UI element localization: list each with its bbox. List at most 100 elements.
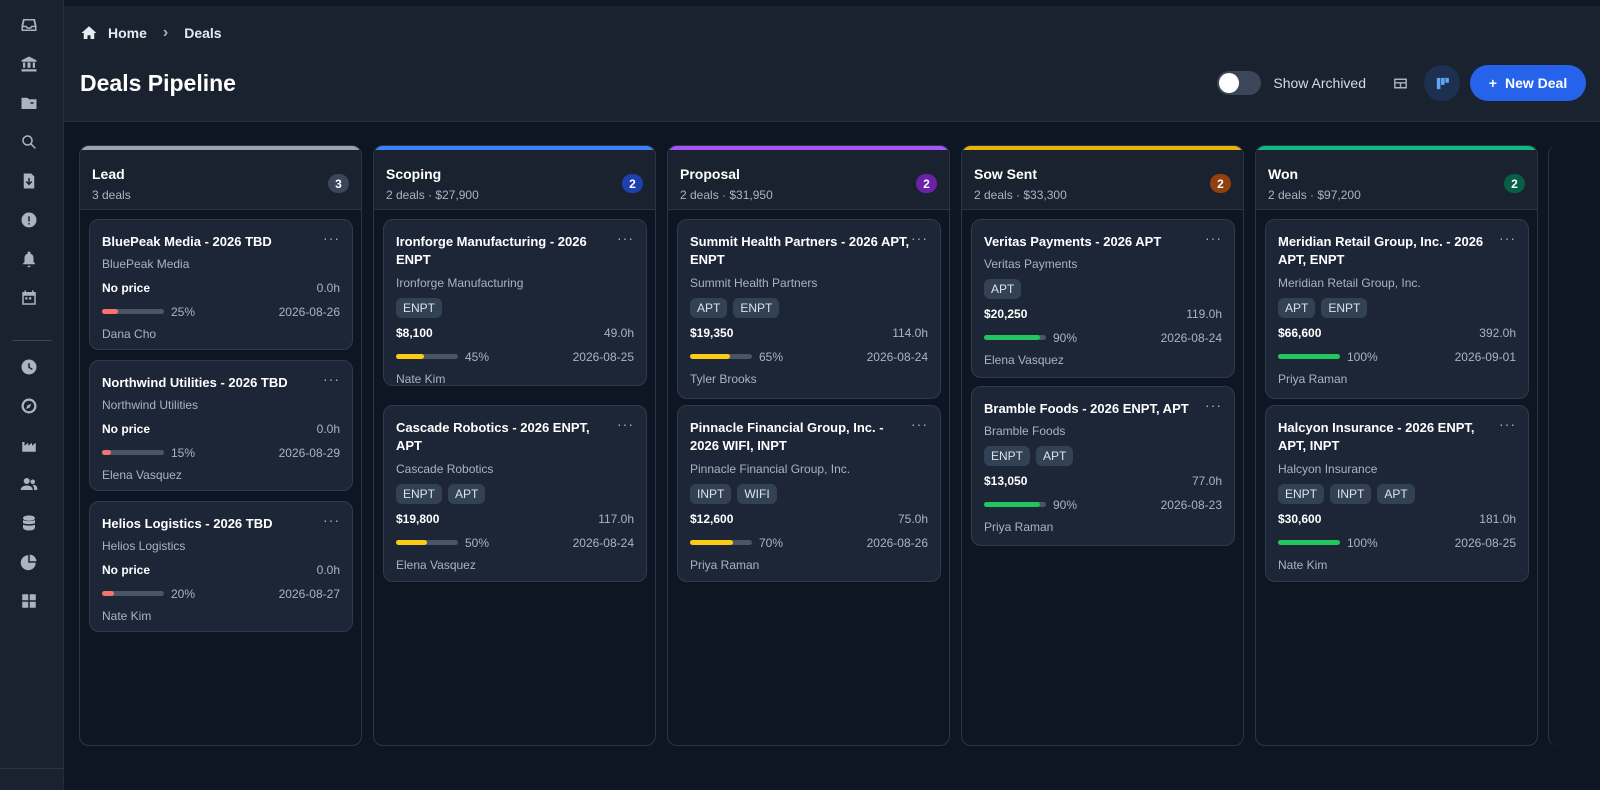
deal-title[interactable]: BluePeak Media - 2026 TBD	[102, 233, 322, 251]
column-header: Sow Sent 2 deals · $33,300 2	[962, 146, 1243, 210]
column-count-badge: 3	[328, 174, 349, 193]
home-icon[interactable]	[80, 24, 98, 42]
deal-card[interactable]: Pinnacle Financial Group, Inc. - 2026 WI…	[677, 405, 941, 582]
deal-card[interactable]: Cascade Robotics - 2026 ENPT, APT ··· Casc…	[383, 405, 647, 582]
more-icon[interactable]: ···	[617, 416, 634, 432]
deal-card[interactable]: Helios Logistics - 2026 TBD ··· Helios Log…	[89, 501, 353, 632]
column-title: Scoping	[386, 166, 442, 182]
industry-icon[interactable]	[18, 434, 40, 456]
deal-close-date: 2026-08-23	[1160, 498, 1222, 512]
column-title: Lead	[92, 166, 125, 182]
deal-title[interactable]: Bramble Foods - 2026 ENPT, APT	[984, 400, 1204, 418]
deal-card[interactable]: Northwind Utilities - 2026 TBD ··· Northwi…	[89, 360, 353, 491]
progress-percent: 90%	[1053, 331, 1078, 345]
users-icon[interactable]	[18, 473, 40, 495]
deal-owner: Nate Kim	[1278, 558, 1328, 572]
search-icon[interactable]	[18, 131, 40, 153]
progress-percent: 100%	[1347, 350, 1378, 364]
progress-percent: 70%	[759, 536, 784, 550]
column-3: Sow Sent 2 deals · $33,300 2 Veritas Paymen…	[961, 145, 1244, 746]
clock-icon[interactable]	[18, 356, 40, 378]
service-tag: APT	[690, 298, 728, 318]
deal-company: Cascade Robotics	[396, 462, 494, 476]
deal-title[interactable]: Veritas Payments - 2026 APT	[984, 233, 1204, 251]
tag-list: ENPT APT	[984, 446, 1074, 466]
sidebar-divider	[12, 340, 52, 341]
deal-title[interactable]: Meridian Retail Group, Inc. - 2026 APT, …	[1278, 233, 1498, 269]
deal-card[interactable]: Bramble Foods - 2026 ENPT, APT ··· Bramble…	[971, 386, 1235, 546]
compass-icon[interactable]	[18, 395, 40, 417]
bell-icon[interactable]	[18, 248, 40, 270]
deal-title[interactable]: Northwind Utilities - 2026 TBD	[102, 374, 322, 392]
deal-card[interactable]: BluePeak Media - 2026 TBD ··· BluePeak Med…	[89, 219, 353, 350]
deal-price: $30,600	[1278, 512, 1322, 526]
deal-company: Halcyon Insurance	[1278, 462, 1378, 476]
more-icon[interactable]: ···	[1499, 230, 1516, 246]
more-icon[interactable]: ···	[323, 230, 340, 246]
show-archived-toggle[interactable]	[1217, 71, 1262, 95]
deal-company: Bramble Foods	[984, 424, 1066, 438]
board-view-button[interactable]	[1424, 65, 1460, 101]
toolbar: Show Archived + New Deal	[1217, 65, 1586, 101]
deal-title[interactable]: Ironforge Manufacturing - 2026 ENPT	[396, 233, 616, 269]
progress-percent: 20%	[171, 587, 196, 601]
more-icon[interactable]: ···	[617, 230, 634, 246]
deal-company: Northwind Utilities	[102, 398, 199, 412]
calendar-icon[interactable]	[18, 287, 40, 309]
tag-list: ENPT INPT APT	[1278, 484, 1415, 504]
bank-icon[interactable]	[18, 53, 40, 75]
folder-icon[interactable]	[18, 92, 40, 114]
progress-fill	[984, 502, 1040, 507]
deal-company: Ironforge Manufacturing	[396, 276, 524, 290]
deal-company: Helios Logistics	[102, 539, 186, 553]
tag-list: APT	[984, 279, 1022, 299]
progress-bar	[102, 450, 164, 455]
deal-card[interactable]: Meridian Retail Group, Inc. - 2026 APT, …	[1265, 219, 1529, 399]
file-export-icon[interactable]	[18, 170, 40, 192]
deal-title[interactable]: Summit Health Partners - 2026 APT, ENPT	[690, 233, 910, 269]
dashboard-grid-icon[interactable]	[18, 590, 40, 612]
deal-hours: 119.0h	[1186, 307, 1222, 321]
column-header: Won 2 deals · $97,200 2	[1256, 146, 1537, 210]
table-view-button[interactable]	[1382, 65, 1418, 101]
progress-bar	[984, 335, 1046, 340]
more-icon[interactable]: ···	[323, 512, 340, 528]
progress-fill	[102, 309, 118, 314]
deal-hours: 0.0h	[316, 563, 340, 577]
alert-icon[interactable]	[18, 209, 40, 231]
more-icon[interactable]: ···	[911, 416, 928, 432]
deal-card[interactable]: Halcyon Insurance - 2026 ENPT, APT, INPT…	[1265, 405, 1529, 582]
column-summary: 2 deals · $33,300	[974, 188, 1067, 202]
more-icon[interactable]: ···	[1205, 230, 1222, 246]
deal-card[interactable]: Ironforge Manufacturing - 2026 ENPT ··· Ir…	[383, 219, 647, 386]
deal-price: $13,050	[984, 474, 1028, 488]
show-archived-label: Show Archived	[1273, 75, 1366, 91]
progress-fill	[690, 354, 731, 359]
deal-close-date: 2026-09-01	[1454, 350, 1516, 364]
deal-title[interactable]: Pinnacle Financial Group, Inc. - 2026 WI…	[690, 419, 910, 455]
deal-title[interactable]: Cascade Robotics - 2026 ENPT, APT	[396, 419, 616, 455]
deal-card[interactable]: Summit Health Partners - 2026 APT, ENPT ·…	[677, 219, 941, 399]
deal-company: Pinnacle Financial Group, Inc.	[690, 462, 851, 476]
deal-card[interactable]: Veritas Payments - 2026 APT ··· Veritas Pa…	[971, 219, 1235, 378]
new-deal-button[interactable]: + New Deal	[1470, 65, 1586, 101]
database-icon[interactable]	[18, 512, 40, 534]
more-icon[interactable]: ···	[323, 371, 340, 387]
pie-chart-icon[interactable]	[18, 551, 40, 573]
deal-owner: Priya Raman	[1278, 372, 1348, 386]
table-icon	[1393, 78, 1407, 88]
new-deal-label: New Deal	[1504, 75, 1568, 91]
service-tag: WIFI	[737, 484, 777, 504]
deal-title[interactable]: Helios Logistics - 2026 TBD	[102, 515, 322, 533]
inbox-icon[interactable]	[18, 14, 40, 36]
tag-list: ENPT APT	[396, 484, 486, 504]
service-tag: ENPT	[733, 298, 780, 318]
service-tag: APT	[1278, 298, 1316, 318]
deal-company: BluePeak Media	[102, 257, 190, 271]
more-icon[interactable]: ···	[1499, 416, 1516, 432]
more-icon[interactable]: ···	[911, 230, 928, 246]
top-strip	[64, 0, 1600, 6]
deal-title[interactable]: Halcyon Insurance - 2026 ENPT, APT, INPT	[1278, 419, 1498, 455]
more-icon[interactable]: ···	[1205, 397, 1222, 413]
breadcrumb-home[interactable]: Home	[108, 25, 147, 41]
